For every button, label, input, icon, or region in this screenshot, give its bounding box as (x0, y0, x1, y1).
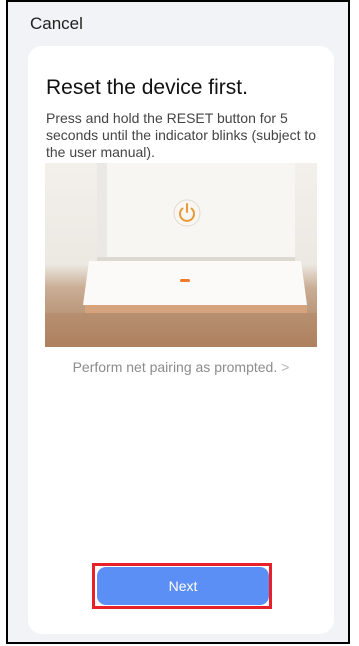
chevron-right-icon: > (281, 359, 290, 375)
instruction-card: Reset the device first. Press and hold t… (28, 46, 334, 634)
table-reflection (85, 305, 307, 313)
net-pairing-label: Perform net pairing as prompted. (72, 359, 278, 375)
device-base (83, 261, 307, 305)
device-body-shade (97, 163, 107, 259)
indicator-led (180, 279, 190, 282)
app-frame: Cancel Reset the device first. Press and… (6, 0, 350, 644)
device-seam (97, 257, 295, 261)
top-bar: Cancel (8, 2, 348, 46)
reset-instructions: Press and hold the RESET button for 5 se… (46, 110, 317, 160)
device-photo (45, 163, 317, 347)
next-button[interactable]: Next (97, 567, 269, 605)
net-pairing-link[interactable]: Perform net pairing as prompted. > (28, 359, 334, 375)
page-title: Reset the device first. (46, 76, 248, 99)
power-icon (173, 199, 201, 227)
table-surface (45, 313, 317, 347)
cancel-button[interactable]: Cancel (30, 14, 83, 34)
